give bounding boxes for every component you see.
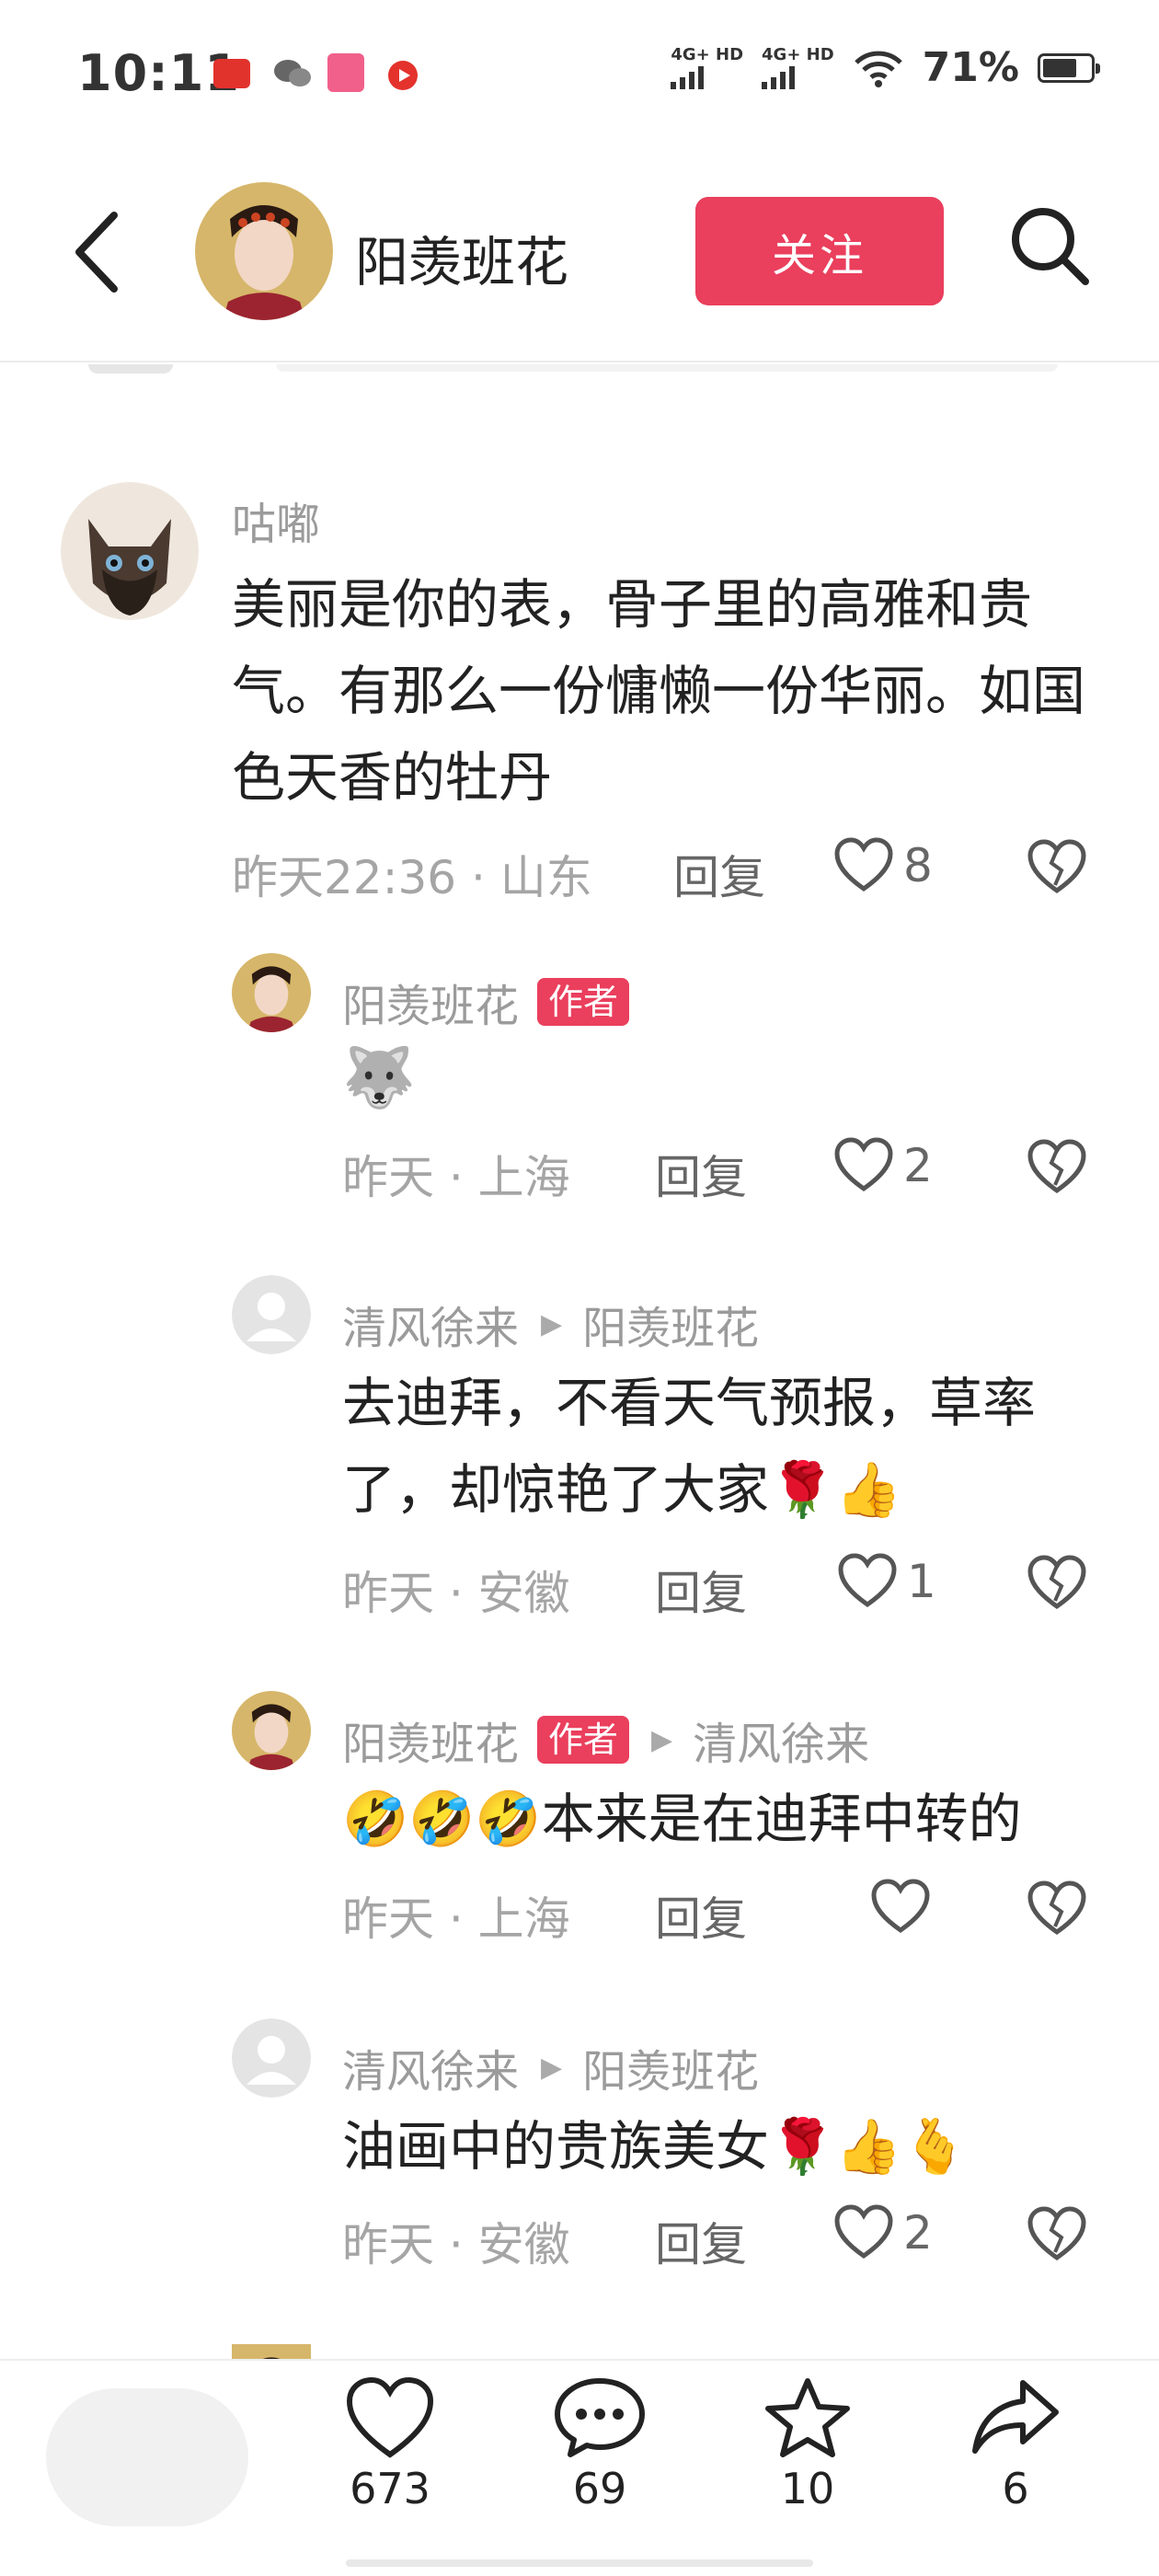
comment-input[interactable] [46, 2388, 248, 2526]
reply-meta: 昨天 · 安徽 [342, 2218, 570, 2271]
reply-username[interactable]: 阳羡班花 作者 ▶ 清风徐来 [342, 1708, 869, 1772]
reply-meta: 昨天 · 上海 [342, 1892, 570, 1946]
scrolled-avatar-remnant [88, 364, 173, 374]
reply-meta: 昨天 · 上海 [342, 1151, 570, 1204]
reply-button[interactable]: 回复 [655, 1141, 747, 1207]
heart-icon [834, 837, 893, 892]
like-count: 2 [903, 2206, 933, 2260]
signal-2: 4G+ HD [762, 46, 834, 89]
wechat-icon [272, 57, 313, 94]
battery-percent: 71% [922, 44, 1019, 91]
reply-username[interactable]: 清风徐来 ▶ 阳羡班花 [342, 1292, 759, 1356]
broken-heart-icon [1027, 1555, 1086, 1610]
default-avatar[interactable] [232, 1275, 311, 1354]
like-count: 1 [907, 1555, 936, 1608]
dislike-button[interactable] [1027, 839, 1087, 900]
like-button[interactable]: 2 [833, 2204, 933, 2261]
reply-emoji: 🐺 [342, 1044, 416, 1112]
comment-meta: 昨天22:36 · 山东 [232, 851, 592, 904]
like-count: 673 [350, 2464, 430, 2513]
reply-button[interactable]: 回复 [655, 1882, 747, 1949]
heart-icon [834, 1137, 893, 1192]
reply-to-arrow-icon: ▶ [541, 2051, 563, 2084]
broken-heart-icon [1027, 2206, 1086, 2261]
commenter-avatar[interactable] [61, 482, 199, 620]
scrolled-input-remnant [276, 364, 1058, 372]
dislike-button[interactable] [1027, 1880, 1087, 1941]
reply-text: 去迪拜，不看天气预报，草率了，却惊艳了大家🌹👍 [342, 1372, 1037, 1521]
favorite-count: 10 [780, 2464, 835, 2513]
search-icon [1012, 208, 1089, 285]
reply-to-user[interactable]: 阳羡班花 [582, 1292, 759, 1356]
reply-to-user[interactable]: 清风徐来 [693, 1708, 869, 1772]
like-button[interactable]: 1 [837, 1553, 936, 1610]
like-count: 2 [903, 1139, 933, 1192]
battery-icon [1038, 52, 1100, 83]
reply-button[interactable]: 回复 [673, 841, 765, 907]
bottom-bar-divider [0, 2359, 1159, 2361]
broken-heart-icon [1027, 1139, 1086, 1194]
author-avatar[interactable] [232, 1691, 311, 1770]
share-count: 6 [1002, 2464, 1029, 2513]
reply-text: 🤣🤣🤣本来是在迪拜中转的 [342, 1788, 1022, 1850]
header-avatar[interactable] [195, 182, 333, 320]
follow-button[interactable]: 关注 [695, 197, 944, 305]
broken-heart-icon [1027, 1880, 1086, 1936]
reply-meta: 昨天 · 安徽 [342, 1567, 570, 1620]
next-avatar-peek [232, 2344, 311, 2359]
reply-to-arrow-icon: ▶ [651, 1723, 673, 1756]
like-button[interactable] [870, 1879, 940, 1936]
author-badge: 作者 [537, 1716, 630, 1764]
back-arrow-icon [75, 212, 118, 293]
comment-username[interactable]: 咕嘟 [232, 488, 320, 552]
broken-heart-icon [1027, 839, 1086, 894]
back-button[interactable] [68, 210, 127, 298]
dislike-button[interactable] [1027, 2206, 1087, 2267]
comment-count: 69 [572, 2464, 627, 2513]
comment-bubble-icon [555, 2378, 645, 2457]
share-arrow-icon [972, 2380, 1059, 2454]
heart-icon [346, 2376, 434, 2458]
favorite-action[interactable]: 10 [734, 2375, 881, 2513]
star-icon [765, 2378, 850, 2457]
author-badge: 作者 [537, 978, 630, 1026]
reply-to-arrow-icon: ▶ [541, 1307, 563, 1340]
header-divider [0, 361, 1159, 362]
red-play-icon [386, 59, 419, 96]
signal-1: 4G+ HD [671, 46, 743, 89]
bilibili-icon [327, 53, 364, 92]
share-action[interactable]: 6 [942, 2375, 1089, 2513]
dislike-button[interactable] [1027, 1555, 1087, 1616]
like-button[interactable]: 8 [833, 837, 933, 894]
comment-action[interactable]: 69 [526, 2375, 673, 2513]
reply-to-user[interactable]: 阳羡班花 [582, 2035, 759, 2099]
heart-icon [838, 1553, 897, 1608]
header-username[interactable]: 阳羡班花 [355, 219, 568, 296]
reply-text: 油画中的贵族美女🌹👍🫰 [342, 2115, 969, 2178]
heart-icon [834, 2204, 893, 2260]
search-button[interactable] [1008, 204, 1093, 293]
reply-username[interactable]: 清风徐来 ▶ 阳羡班花 [342, 2035, 759, 2099]
home-indicator[interactable] [346, 2559, 813, 2567]
dislike-button[interactable] [1027, 1139, 1087, 1200]
wifi-icon [854, 51, 902, 87]
heart-icon [871, 1879, 930, 1934]
like-action[interactable]: 673 [316, 2375, 464, 2513]
toutiao-icon [213, 59, 250, 88]
like-count: 8 [903, 839, 933, 892]
like-button[interactable]: 2 [833, 1137, 933, 1194]
reply-button[interactable]: 回复 [655, 2208, 747, 2274]
default-avatar[interactable] [232, 2018, 311, 2098]
comment-text: 美丽是你的表，骨子里的高雅和贵气。有那么一份慵懒一份华丽。如国色天香的牡丹 [232, 573, 1086, 809]
reply-button[interactable]: 回复 [655, 1557, 747, 1623]
author-avatar[interactable] [232, 953, 311, 1032]
status-indicators: 4G+ HD 4G+ HD 71% [671, 44, 1100, 91]
reply-username[interactable]: 阳羡班花 作者 [342, 970, 630, 1034]
